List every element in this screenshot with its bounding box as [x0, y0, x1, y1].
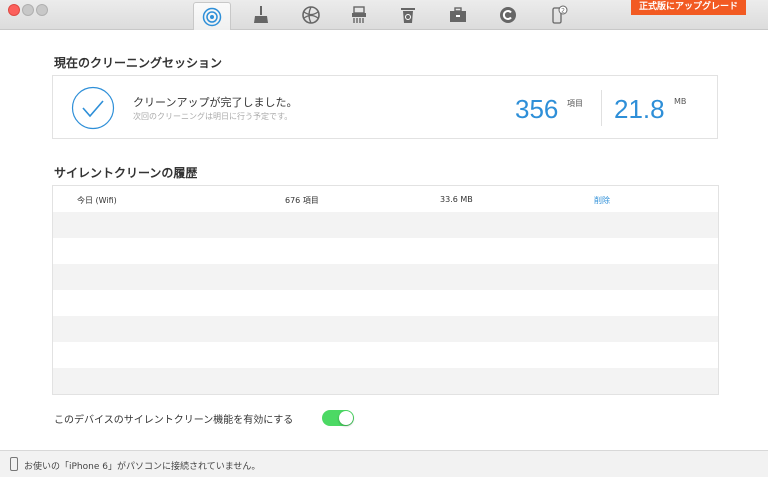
status-bar: お使いの「iPhone 6」がパソコンに接続されていません。 — [0, 450, 768, 477]
table-row-empty — [53, 212, 718, 238]
tab-copyright[interactable] — [489, 2, 527, 28]
tab-shredder[interactable] — [340, 2, 378, 28]
table-row-empty — [53, 290, 718, 316]
title-bar: 2 正式版にアップグレード — [0, 0, 768, 30]
silent-clean-icon — [202, 7, 222, 26]
history-section-title: サイレントクリーンの履歴 — [54, 166, 198, 180]
silent-clean-toggle[interactable] — [322, 410, 354, 426]
device-badge-count: 2 — [561, 8, 565, 15]
globe-icon — [302, 6, 320, 24]
phone-icon — [10, 457, 18, 471]
history-table: 今日 (Wifi) 676 項目 33.6 MB 削除 — [52, 185, 719, 395]
silent-clean-toggle-label: このデバイスのサイレントクリーン機能を有効にする — [54, 415, 294, 426]
close-window-button[interactable] — [8, 4, 20, 16]
table-row-empty — [53, 264, 718, 290]
size-unit: MB — [674, 97, 687, 106]
table-row-empty — [53, 342, 718, 368]
connection-status: お使いの「iPhone 6」がパソコンに接続されていません。 — [24, 462, 261, 472]
tab-silent-clean[interactable] — [193, 2, 231, 30]
checkmark-icon — [71, 86, 115, 130]
tab-internet[interactable] — [292, 2, 330, 28]
trash-icon — [401, 8, 415, 23]
tab-device[interactable]: 2 — [540, 2, 578, 28]
table-row-empty — [53, 238, 718, 264]
copyright-icon — [500, 7, 516, 23]
stat-divider — [601, 90, 602, 126]
items-unit: 項目 — [567, 99, 583, 108]
tab-toolbox[interactable] — [439, 2, 477, 28]
session-card: クリーンアップが完了しました。 次回のクリーニングは明日に行う予定です。 356… — [52, 75, 718, 139]
device-badge-icon: 2 — [552, 5, 568, 24]
history-date: 今日 (Wifi) — [77, 196, 117, 205]
table-row-empty — [53, 368, 718, 394]
session-message: クリーンアップが完了しました。 — [133, 96, 298, 109]
broom-icon — [254, 6, 268, 23]
history-size: 33.6 MB — [440, 195, 473, 204]
size-value: 21.8 — [614, 94, 665, 124]
toggle-knob — [339, 411, 353, 425]
shredder-icon — [352, 6, 366, 23]
table-row: 今日 (Wifi) 676 項目 33.6 MB 削除 — [53, 186, 718, 212]
items-count: 356 — [515, 94, 559, 124]
minimize-window-button[interactable] — [22, 4, 34, 16]
delete-link[interactable]: 削除 — [594, 195, 610, 206]
tab-trash[interactable] — [389, 2, 427, 28]
toolbox-icon — [450, 7, 466, 22]
session-section-title: 現在のクリーニングセッション — [54, 56, 223, 70]
zoom-window-button[interactable] — [36, 4, 48, 16]
table-row-empty — [53, 316, 718, 342]
history-items: 676 項目 — [285, 196, 319, 205]
tab-clean[interactable] — [242, 2, 280, 28]
upgrade-button[interactable]: 正式版にアップグレード — [630, 0, 746, 15]
session-next-schedule: 次回のクリーニングは明日に行う予定です。 — [133, 112, 293, 121]
